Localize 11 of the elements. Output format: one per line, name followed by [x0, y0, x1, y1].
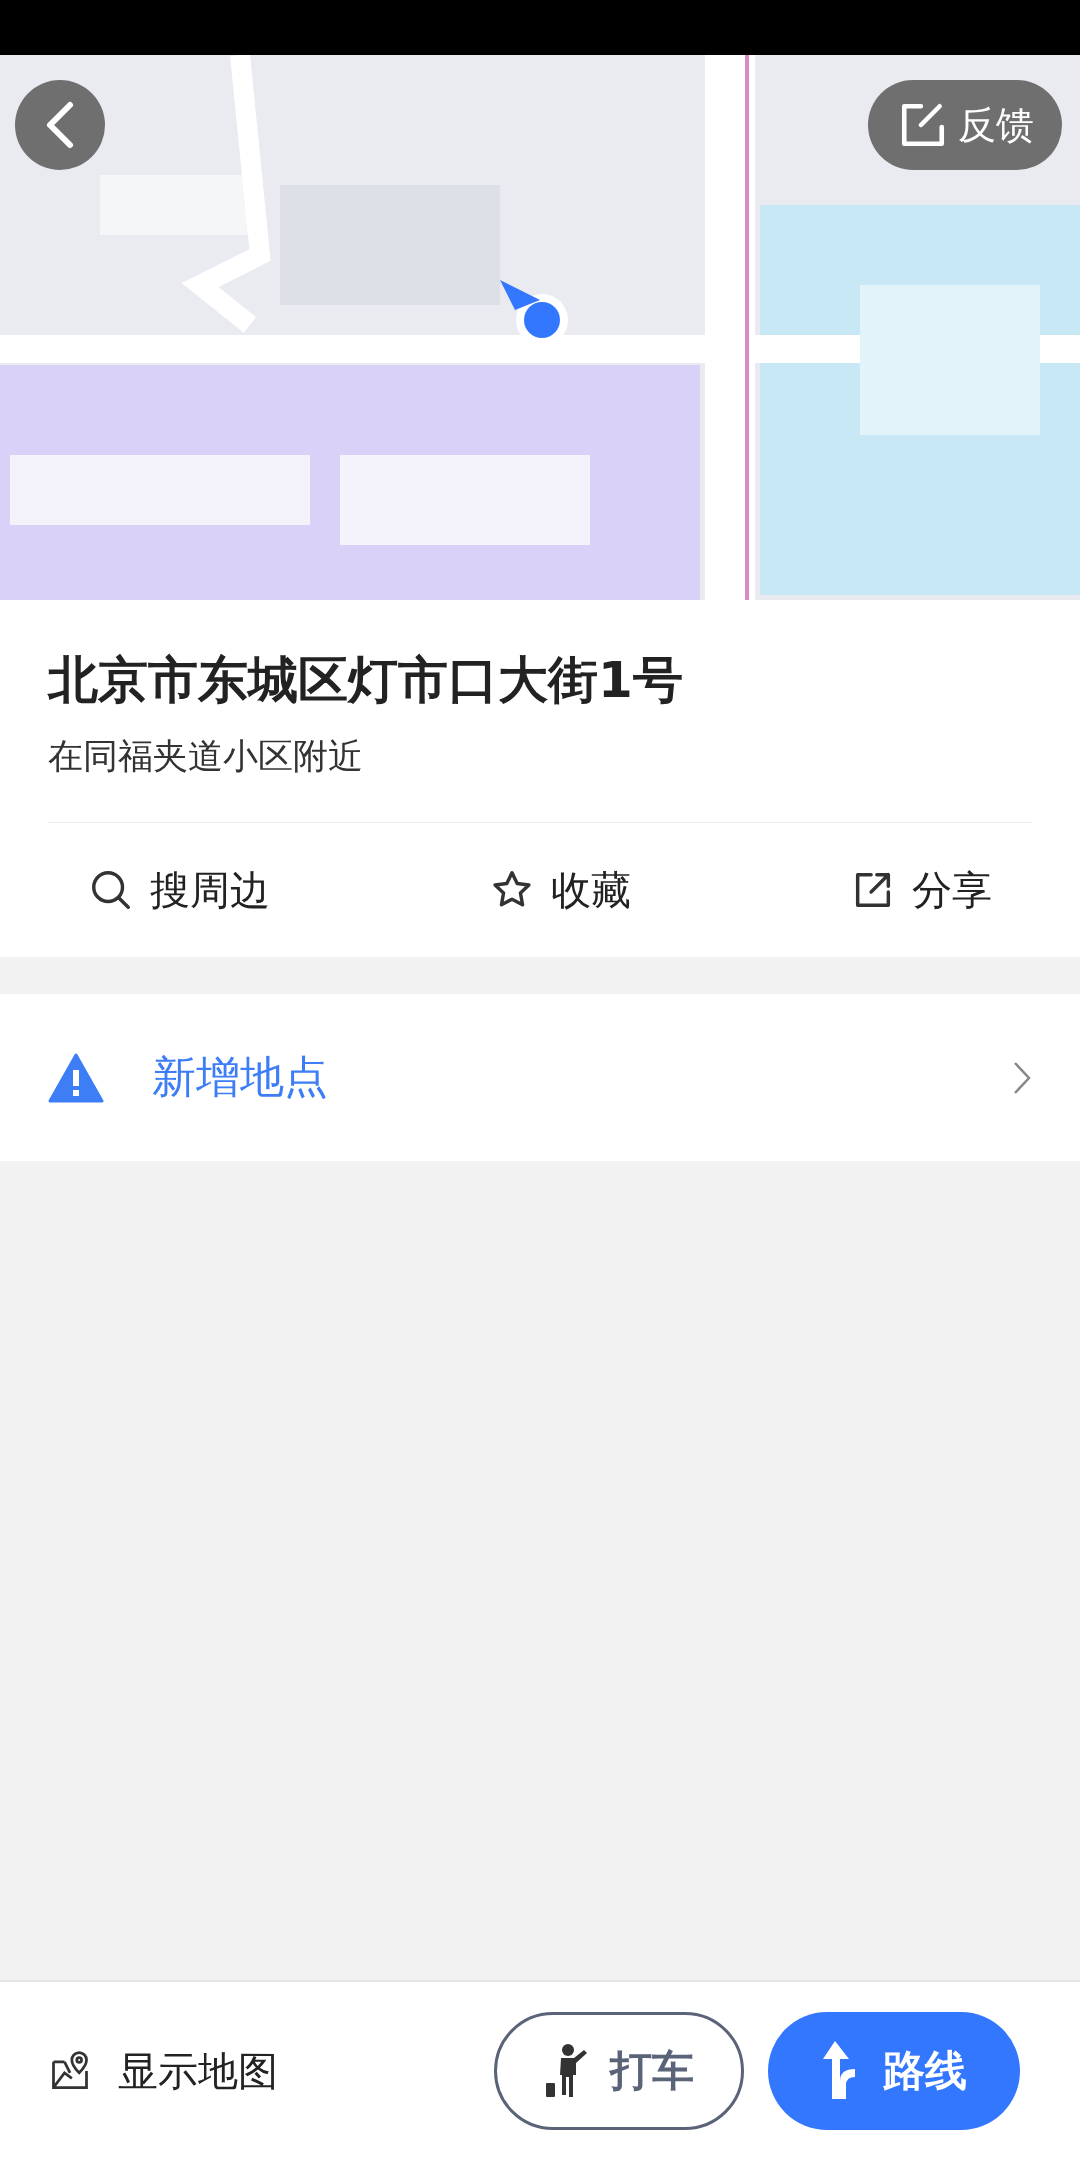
action-button[interactable]: 收藏	[489, 862, 631, 918]
taxi-button[interactable]: 打车	[494, 2012, 744, 2130]
action-button[interactable]: 分享	[850, 862, 992, 918]
warning-icon	[48, 1052, 104, 1103]
person-hailing-icon	[544, 2043, 590, 2099]
route-button[interactable]: 路线	[768, 2012, 1020, 2130]
place-title: 北京市东城区灯市口大街1号	[48, 650, 684, 711]
place-subtitle: 在同福夹道小区附近	[48, 732, 1032, 823]
feedback-button[interactable]: 反馈	[868, 80, 1062, 170]
show-map-button[interactable]: 显示地图	[48, 2043, 494, 2099]
action-button[interactable]: 搜周边	[88, 862, 270, 918]
